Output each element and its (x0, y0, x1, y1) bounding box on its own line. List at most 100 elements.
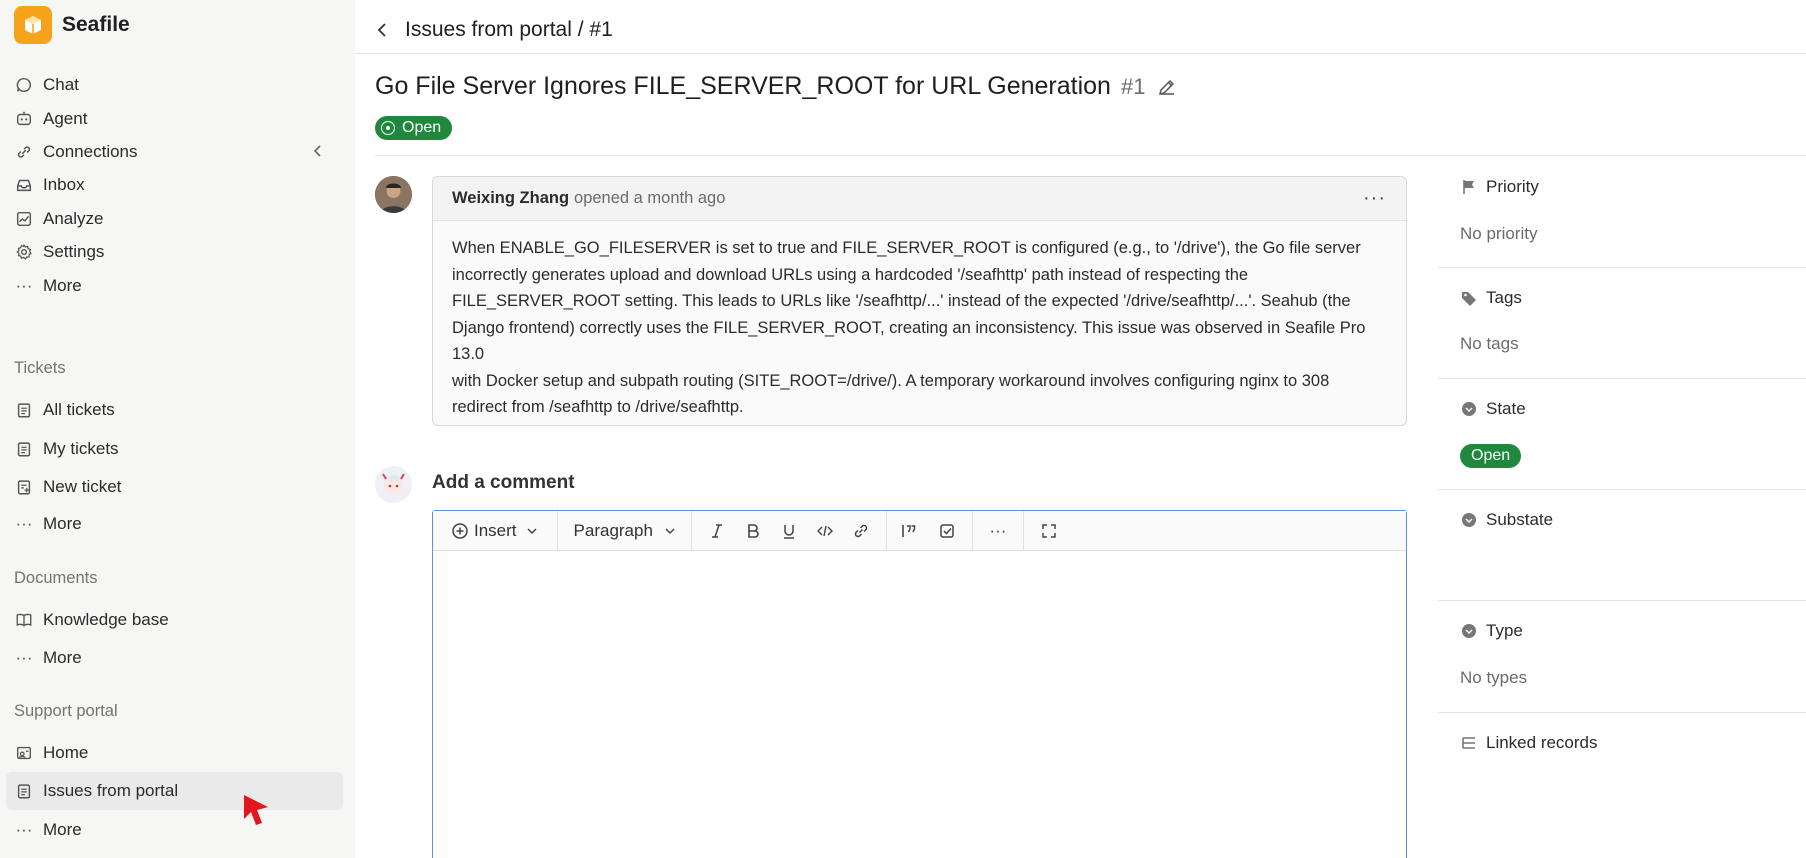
link-button[interactable] (843, 511, 886, 551)
brand[interactable]: Seafile (14, 6, 130, 44)
clipboard-icon (14, 781, 34, 801)
quote-button[interactable] (887, 511, 929, 551)
underline-button[interactable] (771, 511, 807, 551)
linked-records-header: Linked records (1460, 733, 1598, 753)
clipboard-plus-icon (14, 477, 34, 497)
status-badge-label: Open (402, 119, 442, 136)
comment-line: Django frontend) correctly uses the FILE… (452, 318, 1366, 364)
underline-icon (780, 522, 798, 540)
issue-title-row: Go File Server Ignores FILE_SERVER_ROOT … (375, 72, 1177, 101)
chevron-down-icon (661, 522, 679, 540)
comment-author[interactable]: Weixing Zhang (452, 189, 569, 208)
pencil-icon[interactable] (1157, 77, 1177, 97)
sidebar-item-inbox[interactable]: Inbox (6, 166, 343, 204)
comment-header: Weixing Zhang opened a month ago ··· (433, 177, 1406, 221)
type-header: Type (1460, 621, 1523, 641)
sidebar-item-label: Home (43, 743, 89, 762)
current-user-avatar[interactable] (375, 466, 412, 503)
more-icon: ··· (989, 520, 1007, 540)
comment-line: When ENABLE_GO_FILESERVER is set to true… (452, 239, 1361, 257)
type-label: Type (1486, 621, 1523, 640)
paragraph-dropdown[interactable]: Paragraph (558, 511, 691, 551)
sidebar-item-label: More (43, 820, 82, 839)
sidebar-item-label: Agent (43, 109, 88, 128)
more-icon: ··· (15, 648, 33, 667)
sidebar-item-portal-more[interactable]: ··· More (6, 811, 343, 849)
sidebar-item-more[interactable]: ··· More (6, 267, 343, 305)
insert-label: Insert (474, 520, 517, 540)
flag-icon (1460, 178, 1478, 196)
state-label: State (1486, 399, 1526, 418)
dropdown-circle-icon (1460, 511, 1478, 529)
tags-section[interactable]: Tags No tags (1438, 268, 1806, 379)
more-tools-button[interactable]: ··· (973, 511, 1023, 551)
insert-dropdown[interactable]: Insert (433, 511, 557, 551)
chevron-left-icon[interactable] (311, 143, 325, 163)
sidebar-item-documents-more[interactable]: ··· More (6, 639, 343, 677)
fullscreen-button[interactable] (1024, 511, 1074, 551)
sidebar-item-label: Settings (43, 242, 105, 261)
sidebar-item-new-ticket[interactable]: New ticket (6, 468, 343, 506)
status-badge: Open (375, 116, 453, 140)
sidebar-item-label: Knowledge base (43, 610, 169, 629)
open-status-icon (381, 121, 395, 135)
substate-label: Substate (1486, 510, 1554, 529)
paragraph-label: Paragraph (573, 520, 653, 540)
section-label-documents: Documents (14, 569, 98, 587)
bold-button[interactable] (735, 511, 771, 551)
substate-section[interactable]: Substate (1438, 490, 1806, 601)
priority-value: No priority (1460, 224, 1538, 243)
italic-button[interactable] (692, 511, 735, 551)
sidebar-item-chat[interactable]: Chat (6, 66, 343, 104)
comment-line: FILE_SERVER_ROOT setting. This leads to … (452, 292, 1351, 310)
comment-editor[interactable]: Insert Paragraph ··· (432, 510, 1407, 858)
breadcrumb-bar: Issues from portal / #1 (355, 6, 1806, 54)
dropdown-circle-icon (1460, 622, 1478, 640)
state-section[interactable]: State Open (1438, 379, 1806, 490)
add-comment-heading: Add a comment (432, 472, 575, 493)
agent-icon (14, 109, 34, 129)
sidebar-item-label: Chat (43, 75, 79, 94)
checklist-button[interactable] (929, 511, 972, 551)
linked-records-section[interactable]: Linked records (1438, 713, 1806, 773)
sidebar-item-label: More (43, 648, 82, 667)
page-title: Go File Server Ignores FILE_SERVER_ROOT … (375, 72, 1111, 100)
sidebar-item-issues-from-portal[interactable]: Issues from portal (6, 772, 343, 810)
sidebar-item-label: New ticket (43, 477, 122, 496)
priority-section[interactable]: Priority No priority (1438, 155, 1806, 268)
sidebar-item-portal-home[interactable]: Home (6, 734, 343, 772)
seafile-logo-icon (14, 6, 52, 44)
issue-number: #1 (1120, 73, 1146, 99)
connections-icon (14, 142, 34, 162)
tags-header: Tags (1460, 288, 1522, 308)
breadcrumb[interactable]: Issues from portal / #1 (405, 18, 613, 42)
code-icon (816, 522, 834, 540)
bold-icon (744, 522, 762, 540)
type-section[interactable]: Type No types (1438, 601, 1806, 713)
sidebar-item-label: My tickets (43, 439, 119, 458)
sidebar-item-settings[interactable]: Settings (6, 233, 343, 271)
sidebar-item-label: More (43, 276, 82, 295)
sidebar-item-label: All tickets (43, 400, 115, 419)
more-options-icon[interactable]: ··· (1363, 187, 1386, 210)
italic-icon (708, 522, 726, 540)
section-label-support-portal: Support portal (14, 702, 118, 720)
priority-header: Priority (1460, 177, 1539, 197)
sidebar-item-knowledge-base[interactable]: Knowledge base (6, 601, 343, 639)
fullscreen-icon (1040, 522, 1058, 540)
gear-icon (14, 242, 34, 262)
code-button[interactable] (807, 511, 843, 551)
type-value: No types (1460, 668, 1528, 687)
more-icon: ··· (15, 820, 33, 839)
avatar[interactable] (375, 176, 412, 213)
editor-toolbar: Insert Paragraph ··· (433, 510, 1406, 551)
chevron-left-icon[interactable] (375, 20, 395, 40)
comment-meta: opened a month ago (574, 189, 726, 207)
sidebar-item-my-tickets[interactable]: My tickets (6, 430, 343, 468)
sidebar-item-label: Analyze (43, 209, 104, 228)
more-icon: ··· (15, 514, 33, 533)
inbox-icon (14, 175, 34, 195)
sidebar-item-all-tickets[interactable]: All tickets (6, 391, 343, 429)
chat-icon (14, 75, 34, 95)
sidebar-item-tickets-more[interactable]: ··· More (6, 505, 343, 543)
